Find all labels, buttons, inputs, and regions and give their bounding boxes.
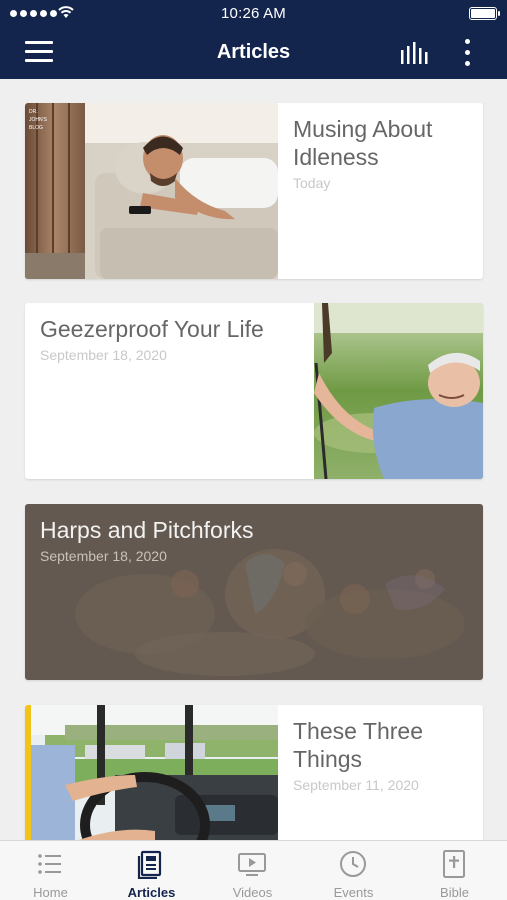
blog-watermark: BLOG: [29, 125, 43, 131]
article-date: September 18, 2020: [40, 548, 167, 564]
article-title: Musing About Idleness: [293, 116, 433, 170]
bible-icon: [443, 850, 465, 878]
tab-label: Videos: [232, 885, 273, 900]
video-icon: [238, 853, 266, 876]
article-image-man-on-couch: DR. JOHN'S BLOG: [25, 103, 278, 279]
article-date: September 11, 2020: [293, 777, 419, 793]
tab-label: Events: [333, 885, 374, 900]
tab-label: Articles: [127, 885, 176, 900]
tab-label: Home: [33, 885, 68, 900]
article-title: Harps and Pitchforks: [40, 517, 254, 543]
article-date: September 18, 2020: [40, 347, 167, 363]
nav-bar: Articles: [0, 28, 507, 79]
list-icon: [38, 854, 61, 874]
article-card-these-three-things[interactable]: These Three Things September 11, 2020: [25, 705, 483, 840]
article-text: Musing About Idleness Today: [293, 115, 473, 191]
top-bar: 10:26 AM Articles: [0, 0, 507, 79]
articles-feed[interactable]: DR. JOHN'S BLOG Musing About Idleness To…: [0, 79, 507, 840]
article-icon: [137, 850, 162, 879]
clock-icon: [340, 851, 366, 877]
status-time: 10:26 AM: [221, 5, 286, 22]
article-image-bus-driver: [25, 705, 278, 840]
status-bar: 10:26 AM: [0, 0, 507, 28]
audio-bars-icon[interactable]: [399, 42, 429, 64]
accent-bar: [25, 705, 31, 840]
blog-watermark: DR.: [29, 109, 38, 115]
article-date: Today: [293, 175, 331, 191]
tab-home[interactable]: Home: [0, 841, 101, 900]
tab-articles[interactable]: Articles: [101, 841, 202, 900]
blog-watermark: JOHN'S: [29, 117, 48, 123]
tab-label: Bible: [440, 885, 469, 900]
article-title: Geezerproof Your Life: [40, 316, 264, 342]
tab-videos[interactable]: Videos: [202, 841, 303, 900]
article-text: These Three Things September 11, 2020: [293, 717, 473, 793]
article-title: These Three Things: [293, 718, 423, 772]
more-options-icon[interactable]: [462, 39, 474, 67]
article-card-musing-about-idleness[interactable]: DR. JOHN'S BLOG Musing About Idleness To…: [25, 103, 483, 279]
article-card-harps-and-pitchforks[interactable]: Harps and Pitchforks September 18, 2020: [25, 504, 483, 680]
tab-bible[interactable]: Bible: [404, 841, 505, 900]
article-text: Geezerproof Your Life September 18, 2020: [40, 315, 310, 363]
article-text: Harps and Pitchforks September 18, 2020: [40, 516, 460, 564]
article-image-woman-on-swing: [314, 303, 483, 479]
battery-icon: [469, 7, 500, 20]
tab-events[interactable]: Events: [303, 841, 404, 900]
page-title: Articles: [216, 41, 291, 63]
bottom-tab-bar: Home Articles Videos Events Bible: [0, 840, 507, 900]
article-card-geezerproof-your-life[interactable]: Geezerproof Your Life September 18, 2020: [25, 303, 483, 479]
